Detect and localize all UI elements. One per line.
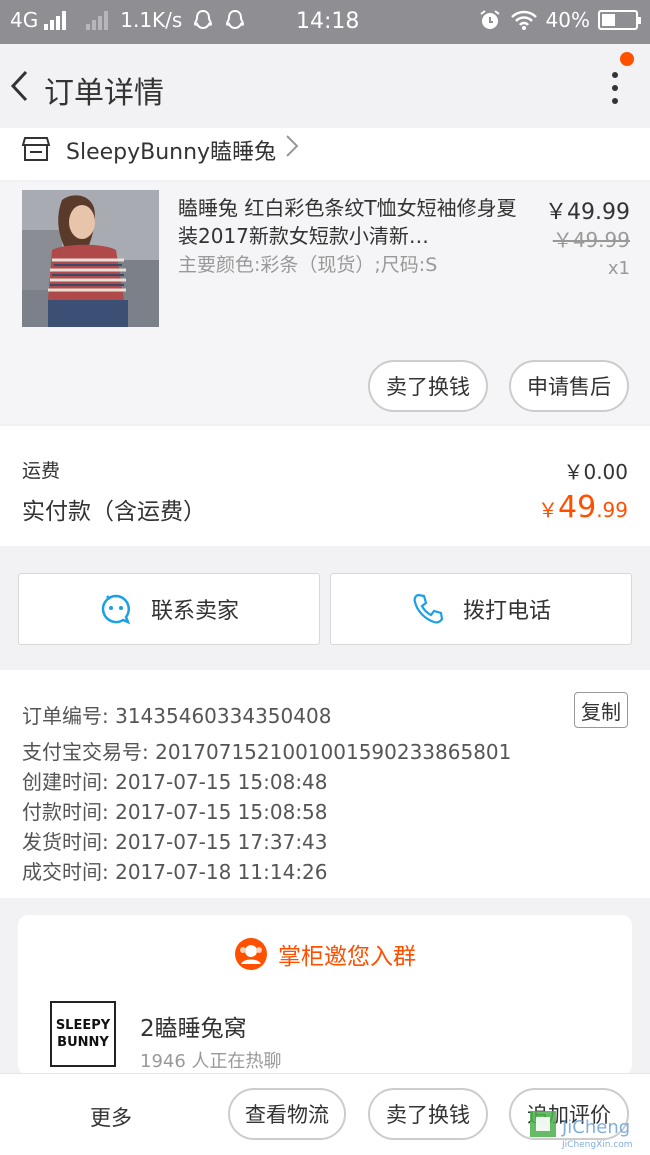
shipping-value: ￥0.00: [563, 460, 628, 484]
clock: 14:18: [296, 9, 360, 34]
total-paid-value: ￥49.99: [538, 490, 628, 525]
total-paid-integer: 49: [558, 490, 597, 525]
battery-percent: 40%: [545, 8, 590, 32]
total-paid-label: 实付款（含运费）: [22, 499, 206, 525]
alipay-number: 支付宝交易号: 2017071521001001590233865801: [22, 740, 512, 764]
chat-bubble-icon: [101, 594, 131, 625]
product-spec: 主要颜色:彩条（现货）;尺码:S: [178, 254, 438, 276]
order-info: 订单编号: 31435460334350408 复制 支付宝交易号: 20170…: [0, 670, 650, 898]
product-thumbnail[interactable]: [22, 190, 159, 327]
payment-summary: 运费 ￥0.00 实付款（含运费） ￥49.99: [0, 426, 650, 546]
store-icon: [22, 137, 50, 161]
shop-name: SleepyBunny瞌睡兔: [66, 140, 277, 165]
contact-section: 联系卖家 拨打电话: [0, 560, 650, 656]
group-logo: SLEEPY BUNNY: [50, 1001, 116, 1067]
signal-icon: [44, 10, 67, 30]
total-paid-decimal: .99: [596, 498, 628, 522]
more-button[interactable]: 更多: [90, 1102, 132, 1132]
contact-seller-button[interactable]: 联系卖家: [18, 573, 320, 645]
product-quantity: x1: [607, 258, 630, 279]
network-type: 4G: [10, 8, 39, 32]
watermark-domain: JiChengXin.com: [561, 1140, 633, 1150]
group-chat-icon: [235, 938, 267, 970]
phone-icon: [413, 593, 444, 624]
view-logistics-button[interactable]: 查看物流: [228, 1088, 346, 1140]
paid-time: 付款时间: 2017-07-15 15:08:58: [22, 800, 328, 824]
sell-for-cash-button-bottom[interactable]: 卖了换钱: [368, 1088, 488, 1140]
watermark-logo: JiCheng JiChengXin.com: [530, 1111, 633, 1150]
wifi-icon: [510, 10, 537, 30]
after-sales-button[interactable]: 申请售后: [509, 360, 629, 412]
call-label: 拨打电话: [462, 599, 551, 624]
group-members-count: 1946 人正在热聊: [140, 1051, 282, 1072]
order-item: 瞌睡兔 红白彩色条纹T恤女短袖修身夏装2017新款女短款小清新… 主要颜色:彩条…: [0, 182, 650, 424]
shipping-label: 运费: [22, 460, 61, 482]
status-bar: 4G 1.1K/s 14:18 40%: [0, 0, 650, 44]
completed-time: 成交时间: 2017-07-18 11:14:26: [22, 860, 328, 884]
shop-row[interactable]: SleepyBunny瞌睡兔: [0, 128, 650, 180]
alarm-icon: [479, 10, 500, 29]
qq-icon-secondary: [226, 9, 245, 30]
sell-for-cash-button[interactable]: 卖了换钱: [368, 360, 488, 412]
battery-icon: [598, 10, 641, 30]
group-invite-title: 掌柜邀您入群: [278, 944, 416, 970]
signal-icon-secondary: [86, 10, 109, 30]
group-name: 2瞌睡兔窝: [140, 1016, 247, 1042]
contact-seller-label: 联系卖家: [150, 599, 239, 624]
group-invite-card[interactable]: 掌柜邀您入群 SLEEPY BUNNY 2瞌睡兔窝 1946 人正在热聊: [18, 915, 632, 1075]
group-invite-header: 掌柜邀您入群: [18, 937, 632, 971]
product-original-price: ￥49.99: [552, 228, 630, 252]
qq-icon: [194, 9, 213, 30]
network-speed: 1.1K/s: [120, 8, 183, 32]
more-menu-icon[interactable]: [610, 72, 620, 104]
watermark-text: JiCheng: [561, 1117, 630, 1138]
copy-button[interactable]: 复制: [574, 692, 628, 728]
order-number: 订单编号: 31435460334350408: [22, 704, 332, 728]
product-price: ￥49.99: [545, 200, 630, 225]
chevron-right-icon: [286, 135, 299, 157]
created-time: 创建时间: 2017-07-15 15:08:48: [22, 770, 328, 794]
product-title[interactable]: 瞌睡兔 红白彩色条纹T恤女短袖修身夏装2017新款女短款小清新…: [178, 194, 518, 250]
call-button[interactable]: 拨打电话: [330, 573, 632, 645]
nav-bar: 订单详情: [0, 44, 650, 128]
page-title: 订单详情: [44, 76, 164, 111]
back-icon[interactable]: [8, 68, 32, 104]
bottom-action-bar: 更多 查看物流 卖了换钱 追加评价 JiCheng JiChengXin.com: [0, 1073, 650, 1155]
shipped-time: 发货时间: 2017-07-15 17:37:43: [22, 830, 328, 854]
notification-dot: [620, 52, 634, 66]
currency-symbol: ￥: [538, 498, 558, 522]
